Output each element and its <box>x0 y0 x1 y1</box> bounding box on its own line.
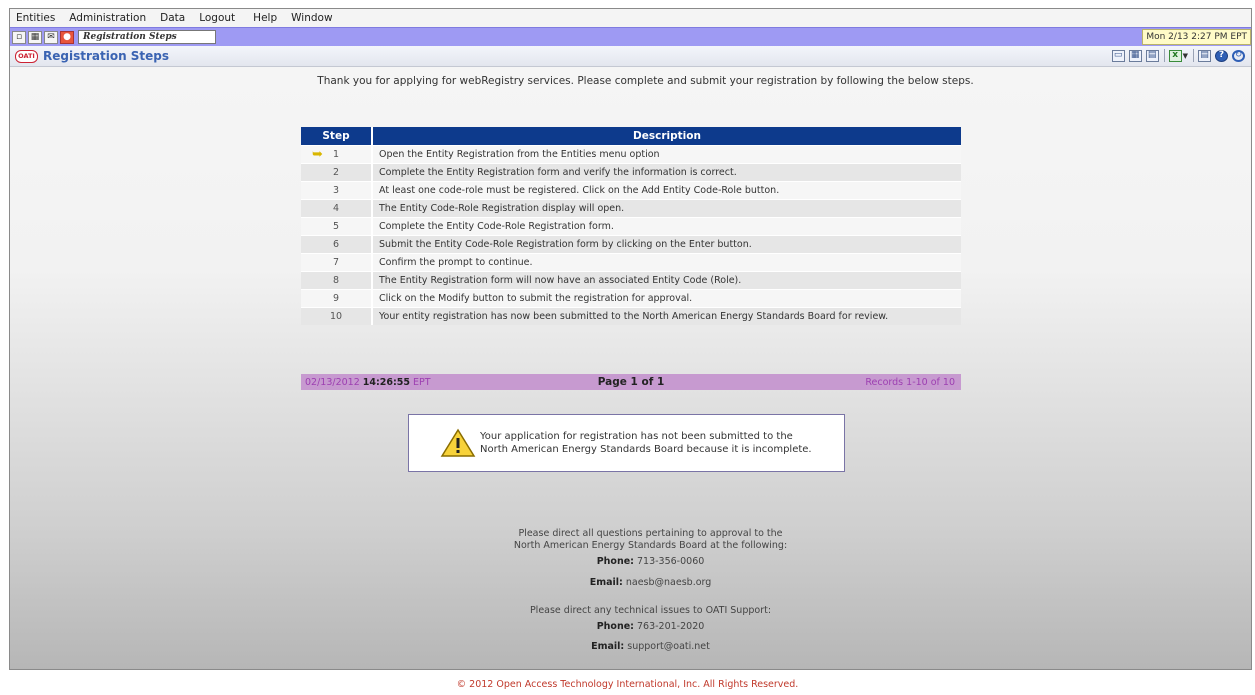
table-row: 8 The Entity Registration form will now … <box>301 271 961 290</box>
step-number-cell: 10 <box>301 307 373 325</box>
step-number-cell: 6 <box>301 235 373 254</box>
step-description-cell: Complete the Entity Code-Role Registrati… <box>372 217 961 236</box>
page-indicator: Page 1 of 1 <box>597 376 665 388</box>
copyright-notice: © 2012 Open Access Technology Internatio… <box>456 679 799 690</box>
step-description-cell: At least one code-role must be registere… <box>372 181 961 200</box>
window-toolbar: ▫ ▦ ✉ ● Registration Steps Mon 2/13 2:27… <box>10 27 1251 47</box>
column-header-description[interactable]: Description <box>372 127 961 146</box>
menu-window[interactable]: Window <box>291 12 332 24</box>
records-count: Records 1-10 of 10 <box>865 376 955 388</box>
table-row: 7 Confirm the prompt to continue. <box>301 253 961 272</box>
menu-entities[interactable]: Entities <box>16 12 55 24</box>
step-description-cell: Open the Entity Registration from the En… <box>372 145 961 164</box>
menu-bar: Entities Administration Data Logout Help… <box>10 9 1251 27</box>
naesb-email-row: Email: naesb@naesb.org <box>10 577 1251 588</box>
phone-label: Phone: <box>596 556 634 567</box>
incomplete-warning-box: Your application for registration has no… <box>408 414 845 472</box>
step-number-cell: 7 <box>301 253 373 272</box>
menu-data[interactable]: Data <box>160 12 185 24</box>
toolbar-divider <box>1163 49 1165 62</box>
intro-text: Thank you for applying for webRegistry s… <box>317 75 974 87</box>
step-number-cell: 5 <box>301 217 373 236</box>
app-window: Entities Administration Data Logout Help… <box>9 8 1252 670</box>
title-toolbar: ▭ ▦ ▤ x ▼ ▤ ? ↻ <box>1108 49 1245 62</box>
menu-logout[interactable]: Logout <box>199 12 235 24</box>
print-icon[interactable]: ▤ <box>1198 49 1211 62</box>
naesb-phone: 713-356-0060 <box>636 556 705 567</box>
excel-export-icon[interactable]: x <box>1168 49 1182 62</box>
grid-edit-icon[interactable]: ▤ <box>1145 49 1159 62</box>
help-icon[interactable]: ? <box>1215 49 1228 62</box>
layout-icon[interactable]: ▭ <box>1111 49 1125 62</box>
chevron-down-icon[interactable]: ▼ <box>1183 52 1188 60</box>
step-description-cell: The Entity Code-Role Registration displa… <box>372 199 961 218</box>
step-description-cell: Confirm the prompt to continue. <box>372 253 961 272</box>
oati-email-row: Email: support@oati.net <box>10 641 1251 652</box>
table-row: 4 The Entity Code-Role Registration disp… <box>301 199 961 218</box>
new-document-icon[interactable]: ▫ <box>12 30 26 44</box>
page-title: Registration Steps <box>43 49 170 63</box>
phone-label: Phone: <box>596 621 634 632</box>
step-description-cell: The Entity Registration form will now ha… <box>372 271 961 290</box>
email-label: Email: <box>589 577 623 588</box>
warning-icon <box>440 428 476 457</box>
naesb-contact-line-2: North American Energy Standards Board at… <box>513 540 788 551</box>
mail-icon[interactable]: ✉ <box>44 30 58 44</box>
step-description-cell: Your entity registration has now been su… <box>372 307 961 325</box>
step-number-cell: 9 <box>301 289 373 308</box>
refresh-icon[interactable]: ↻ <box>1232 49 1245 62</box>
table-row: 10 Your entity registration has now been… <box>301 307 961 325</box>
registration-steps-table: Step Description ➥ 1 Open the Entity Regi… <box>301 127 961 325</box>
oati-email-link[interactable]: support@oati.net <box>627 641 710 652</box>
current-step-arrow-icon: ➥ <box>312 147 323 162</box>
clock-display: Mon 2/13 2:27 PM EPT <box>1142 29 1251 45</box>
window-tab-registration-steps[interactable]: Registration Steps <box>78 30 216 44</box>
warning-line-2: North American Energy Standards Board be… <box>480 444 812 455</box>
warning-line-1: Your application for registration has no… <box>480 431 793 442</box>
table-row: 6 Submit the Entity Code-Role Registrati… <box>301 235 961 254</box>
table-row: 5 Complete the Entity Code-Role Registra… <box>301 217 961 236</box>
oati-phone-row: Phone: 763-201-2020 <box>10 621 1251 632</box>
grid-icon[interactable]: ▦ <box>1128 49 1142 62</box>
menu-administration[interactable]: Administration <box>69 12 146 24</box>
step-number-cell: 4 <box>301 199 373 218</box>
table-row: ➥ 1 Open the Entity Registration from the… <box>301 145 961 164</box>
step-number-cell: 3 <box>301 181 373 200</box>
close-window-icon[interactable]: ● <box>60 30 74 44</box>
table-row: 3 At least one code-role must be registe… <box>301 181 961 200</box>
table-footer: 02/13/2012 14:26:55 EPT Page 1 of 1 Reco… <box>301 374 961 390</box>
step-description-cell: Complete the Entity Registration form an… <box>372 163 961 182</box>
table-row: 2 Complete the Entity Registration form … <box>301 163 961 182</box>
oati-phone: 763-201-2020 <box>636 621 705 632</box>
naesb-contact-line-1: Please direct all questions pertaining t… <box>518 528 783 539</box>
naesb-email-link[interactable]: naesb@naesb.org <box>626 577 711 588</box>
step-description-cell: Click on the Modify button to submit the… <box>372 289 961 308</box>
step-description-cell: Submit the Entity Code-Role Registration… <box>372 235 961 254</box>
warning-message: Your application for registration has no… <box>480 430 812 456</box>
oati-contact-line: Please direct any technical issues to OA… <box>529 605 772 616</box>
step-number-cell: 2 <box>301 163 373 182</box>
toolbar-divider <box>1193 49 1194 62</box>
title-bar: OATI Registration Steps ▭ ▦ ▤ x ▼ ▤ ? ↻ <box>10 46 1251 67</box>
naesb-phone-row: Phone: 713-356-0060 <box>10 556 1251 567</box>
step-number-cell: ➥ 1 <box>301 145 373 164</box>
oati-logo: OATI <box>15 49 38 63</box>
table-row: 9 Click on the Modify button to submit t… <box>301 289 961 308</box>
print-icon[interactable]: ▦ <box>28 30 42 44</box>
step-number-cell: 8 <box>301 271 373 290</box>
email-label: Email: <box>591 641 625 652</box>
menu-help[interactable]: Help <box>253 12 277 24</box>
column-header-step[interactable]: Step <box>301 127 373 146</box>
